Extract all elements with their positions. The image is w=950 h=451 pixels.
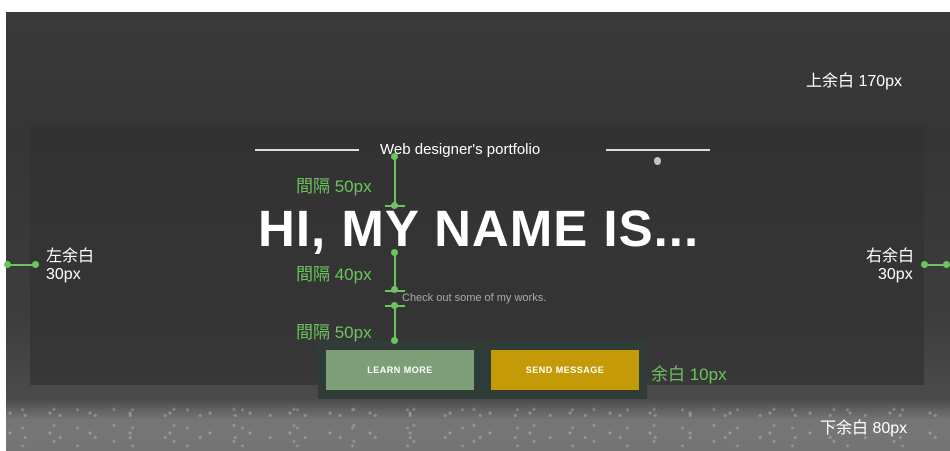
right-margin-dot	[921, 261, 928, 268]
gap-50-bottom-label: 間隔 50px	[296, 323, 372, 342]
left-margin-dot	[4, 261, 11, 268]
gap-marker-tick	[385, 290, 405, 292]
bottom-margin-label: 下余白 80px	[820, 420, 908, 437]
moon-decoration	[654, 157, 661, 165]
gap-marker-50-top	[394, 156, 396, 206]
subtitle: Web designer's portfolio	[380, 141, 541, 158]
subtitle-rule-right	[606, 149, 710, 151]
gap-marker-tick	[385, 305, 405, 307]
gap-50-top-label: 間隔 50px	[296, 177, 372, 196]
left-margin-label: 左余白	[46, 248, 95, 265]
left-margin-marker	[7, 264, 35, 266]
city-lights-background	[6, 399, 950, 451]
right-margin-label: 右余白	[866, 248, 915, 265]
top-margin-label: 上余白 170px	[806, 73, 903, 90]
subtitle-rule-left	[255, 149, 359, 151]
hero-heading: HI, MY NAME IS...	[258, 200, 700, 257]
left-margin-value: 30px	[46, 266, 81, 283]
gap-marker-tick	[385, 205, 405, 207]
right-margin-value: 30px	[878, 266, 913, 283]
padding-10-label: 余白 10px	[651, 365, 727, 384]
gap-marker-50-bottom	[394, 305, 396, 341]
left-margin-dot	[32, 261, 39, 268]
gap-marker-dot	[391, 337, 398, 344]
gap-marker-dot	[391, 153, 398, 160]
learn-more-button[interactable]: LEARN MORE	[326, 350, 474, 390]
tagline: Check out some of my works.	[402, 292, 547, 304]
right-margin-dot	[943, 261, 950, 268]
send-message-button[interactable]: SEND MESSAGE	[491, 350, 639, 390]
gap-40-label: 間隔 40px	[296, 265, 372, 284]
gap-marker-dot	[391, 249, 398, 256]
